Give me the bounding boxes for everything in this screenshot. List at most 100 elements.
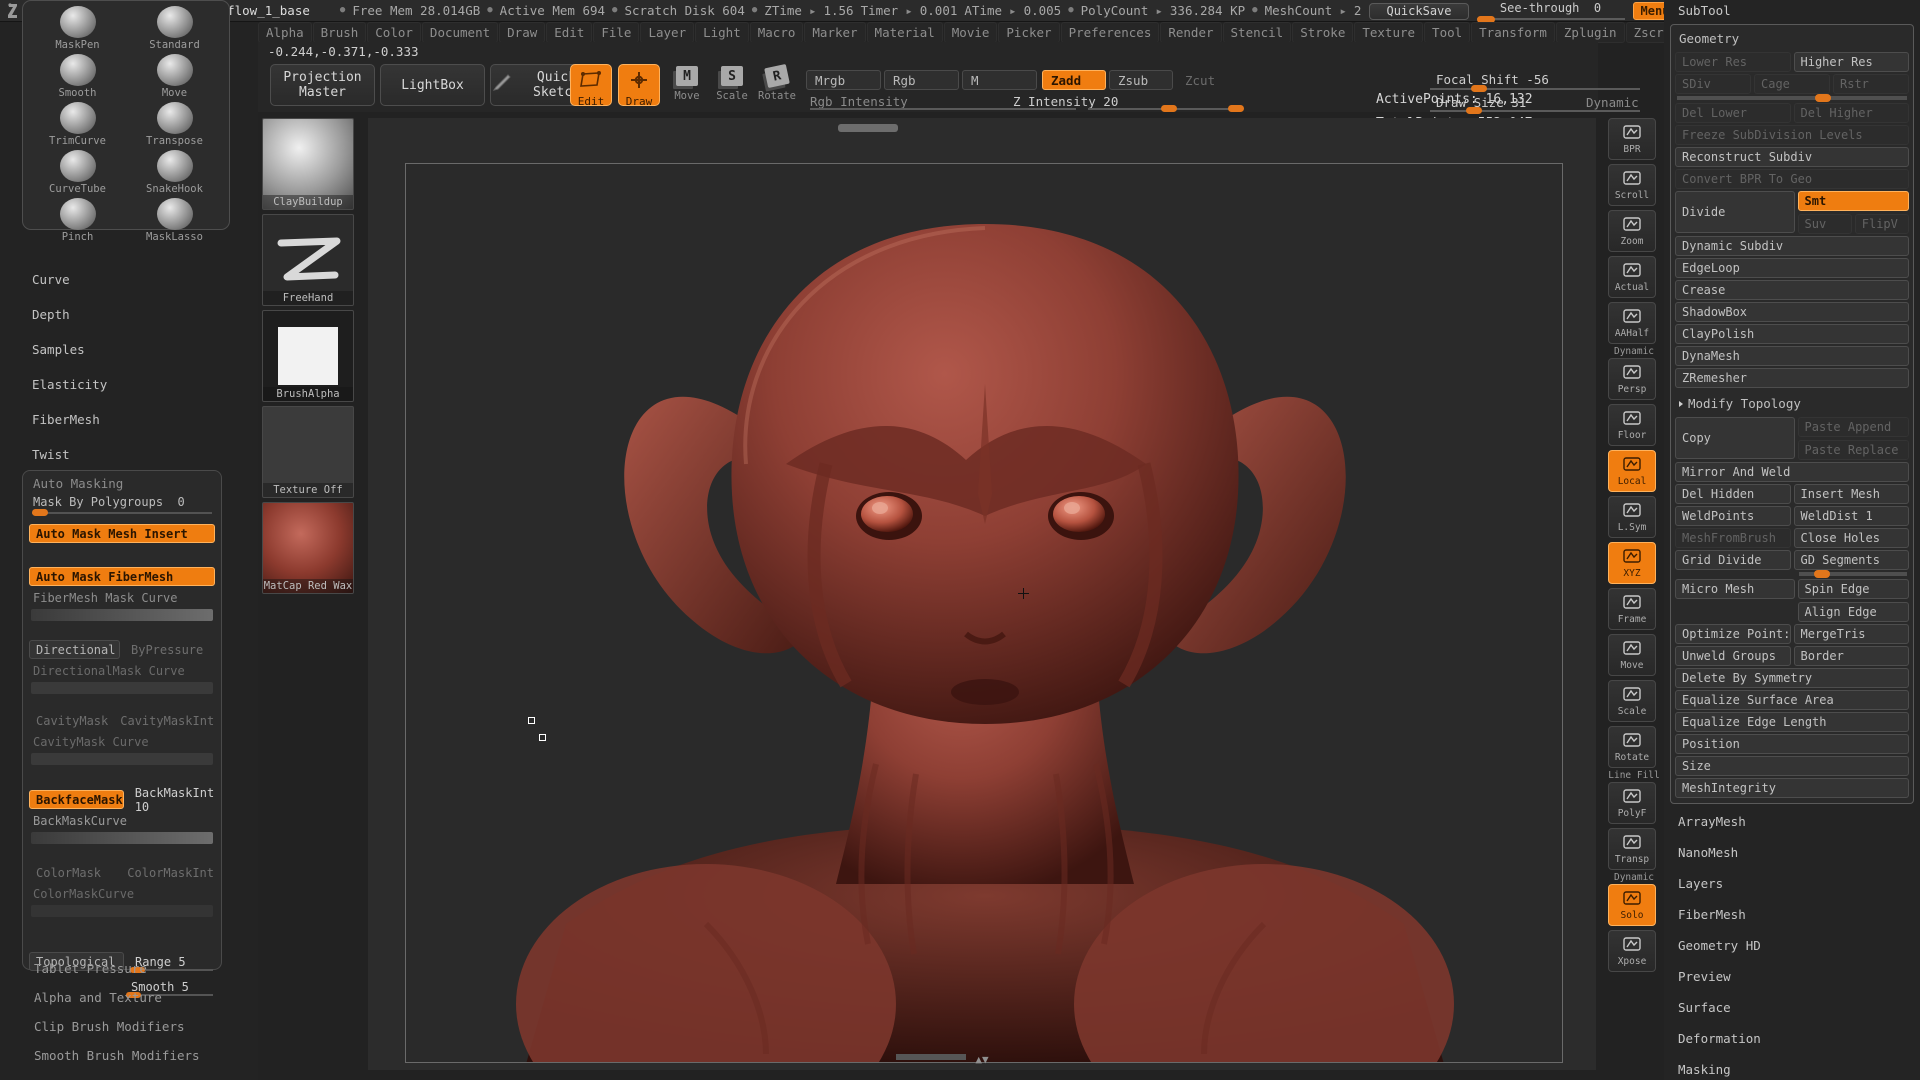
canvas-bottom-handle[interactable] [896, 1054, 966, 1060]
left-section-fibermesh[interactable]: FiberMesh [22, 402, 248, 437]
current-stroke-swatch[interactable]: FreeHand [262, 214, 354, 306]
move-tool-button[interactable]: M Move [666, 66, 708, 106]
right-section-deformation[interactable]: Deformation [1664, 1023, 1920, 1054]
left-section-twist[interactable]: Twist [22, 437, 248, 472]
backfacemask-button[interactable]: BackfaceMask [29, 790, 124, 809]
focal-shift-track[interactable] [1430, 88, 1640, 90]
colormask-button[interactable]: ColorMask [29, 863, 116, 882]
insert-mesh-button[interactable]: Insert Mesh [1793, 484, 1909, 504]
vstrip-zoom-button[interactable]: Zoom [1608, 210, 1656, 252]
menu-item-brush[interactable]: Brush [312, 21, 367, 43]
suv-button[interactable]: Suv [1797, 214, 1852, 234]
menu-item-stroke[interactable]: Stroke [1292, 21, 1354, 43]
menu-item-preferences[interactable]: Preferences [1060, 21, 1160, 43]
menu-item-movie[interactable]: Movie [943, 21, 998, 43]
rgb-intensity-track[interactable] [810, 108, 1076, 110]
rgb-intensity-knob[interactable] [1228, 105, 1244, 112]
mrgb-button[interactable]: Mrgb [806, 70, 881, 90]
vstrip-solo-button[interactable]: Solo [1608, 884, 1656, 926]
rstr-button[interactable]: Rstr [1833, 74, 1909, 94]
vstrip-xpose-button[interactable]: Xpose [1608, 930, 1656, 972]
dynamic-subdiv-button[interactable]: Dynamic Subdiv [1675, 236, 1909, 256]
unweld-groups-button[interactable]: Unweld Groups [1675, 646, 1791, 666]
colormaskint-button[interactable]: ColorMaskInt [120, 863, 215, 882]
vstrip-move-button[interactable]: Move [1608, 634, 1656, 676]
rgb-button[interactable]: Rgb [884, 70, 959, 90]
canvas-area[interactable]: ▲▼ [368, 118, 1596, 1070]
higher-res-button[interactable]: Higher Res [1793, 52, 1909, 72]
gd-segments-knob[interactable] [1814, 570, 1831, 578]
meshfrombrush-button[interactable]: MeshFromBrush [1675, 528, 1791, 548]
left-footer-clip-brush-modifiers[interactable]: Clip Brush Modifiers [24, 1012, 254, 1041]
directionalmask-curve-label[interactable]: DirectionalMask Curve [29, 662, 215, 680]
weldpoints-button[interactable]: WeldPoints [1675, 506, 1791, 526]
vstrip-bpr-button[interactable]: BPR [1608, 118, 1656, 160]
del-higher-button[interactable]: Del Higher [1793, 103, 1909, 123]
menu-item-picker[interactable]: Picker [998, 21, 1060, 43]
projection-master-button[interactable]: Projection Master [270, 64, 375, 106]
claypolish-button[interactable]: ClayPolish [1675, 324, 1909, 344]
left-section-curve[interactable]: Curve [22, 262, 248, 297]
lightbox-button[interactable]: LightBox [380, 64, 485, 106]
right-section-arraymesh[interactable]: ArrayMesh [1664, 806, 1920, 837]
vstrip-floor-button[interactable]: Floor [1608, 404, 1656, 446]
auto-mask-mesh-insert-button[interactable]: Auto Mask Mesh Insert [29, 524, 215, 543]
vstrip-scroll-button[interactable]: Scroll [1608, 164, 1656, 206]
meshintegrity-button[interactable]: MeshIntegrity [1675, 778, 1909, 798]
canvas-top-scroll-handle[interactable] [838, 124, 898, 132]
canvas-bottom-arrows[interactable]: ▲▼ [368, 1053, 1596, 1066]
vstrip-lsym-button[interactable]: L.Sym [1608, 496, 1656, 538]
reconstruct-subdiv-button[interactable]: Reconstruct Subdiv [1675, 147, 1909, 167]
right-section-preview[interactable]: Preview [1664, 961, 1920, 992]
zadd-button[interactable]: Zadd [1042, 70, 1106, 90]
zsub-button[interactable]: Zsub [1109, 70, 1173, 90]
right-section-nanomesh[interactable]: NanoMesh [1664, 837, 1920, 868]
zremesher-button[interactable]: ZRemesher [1675, 368, 1909, 388]
backmaskcurve-label[interactable]: BackMaskCurve [29, 812, 215, 830]
flipv-button[interactable]: FlipV [1854, 214, 1909, 234]
equalize-surface-area-button[interactable]: Equalize Surface Area [1675, 690, 1909, 710]
convert-bpr-to-geo-button[interactable]: Convert BPR To Geo [1675, 169, 1909, 189]
focal-shift-label[interactable]: Focal Shift -56 [1436, 72, 1549, 87]
gd-segments-slider[interactable]: GD Segments [1793, 550, 1909, 570]
menu-item-draw[interactable]: Draw [499, 21, 546, 43]
vstrip-frame-button[interactable]: Frame [1608, 588, 1656, 630]
left-footer-smooth-brush-modifiers[interactable]: Smooth Brush Modifiers [24, 1041, 254, 1070]
cavitymask-curve-widget[interactable] [31, 753, 213, 765]
edgeloop-button[interactable]: EdgeLoop [1675, 258, 1909, 278]
subtool-title[interactable]: SubTool [1664, 0, 1920, 22]
brush-item-masklasso[interactable]: MaskLasso [126, 195, 223, 243]
directionalmask-curve-widget[interactable] [31, 682, 213, 694]
vstrip-rotate-button[interactable]: Rotate [1608, 726, 1656, 768]
menu-item-light[interactable]: Light [695, 21, 749, 43]
draw-size-knob[interactable] [1466, 107, 1482, 114]
brush-item-trimcurve[interactable]: TrimCurve [29, 99, 126, 147]
sdiv-track[interactable] [1677, 94, 1907, 102]
brush-item-pinch[interactable]: Pinch [29, 195, 126, 243]
copy-button[interactable]: Copy [1675, 417, 1795, 459]
left-footer-tablet-pressure[interactable]: Tablet Pressure [24, 954, 254, 983]
vstrip-actual-button[interactable]: Actual [1608, 256, 1656, 298]
freeze-subdivision-levels-button[interactable]: Freeze SubDivision Levels [1675, 125, 1909, 145]
equalize-edge-length-button[interactable]: Equalize Edge Length [1675, 712, 1909, 732]
menu-item-render[interactable]: Render [1160, 21, 1222, 43]
cage-button[interactable]: Cage [1754, 74, 1830, 94]
vstrip-aahalf-button[interactable]: AAHalf [1608, 302, 1656, 344]
right-section-masking[interactable]: Masking [1664, 1054, 1920, 1080]
menu-item-marker[interactable]: Marker [804, 21, 866, 43]
edit-button[interactable]: Edit [570, 64, 612, 108]
micro-mesh-button[interactable]: Micro Mesh [1675, 579, 1795, 599]
viewport[interactable] [405, 163, 1563, 1063]
bypressure-button[interactable]: ByPressure [124, 640, 215, 659]
current-material-swatch[interactable]: MatCap Red Wax [262, 502, 354, 594]
menu-item-edit[interactable]: Edit [546, 21, 593, 43]
dynamic-label[interactable]: Dynamic [1586, 95, 1639, 110]
fibermesh-mask-curve-label[interactable]: FiberMesh Mask Curve [29, 589, 215, 607]
grid-divide-button[interactable]: Grid Divide [1675, 550, 1791, 570]
menu-item-layer[interactable]: Layer [640, 21, 695, 43]
colormaskcurve-label[interactable]: ColorMaskCurve [29, 885, 215, 903]
sdiv-slider[interactable]: SDiv [1675, 74, 1751, 94]
mbp-knob[interactable] [32, 509, 48, 516]
vstrip-persp-button[interactable]: Persp [1608, 358, 1656, 400]
left-section-samples[interactable]: Samples [22, 332, 248, 367]
